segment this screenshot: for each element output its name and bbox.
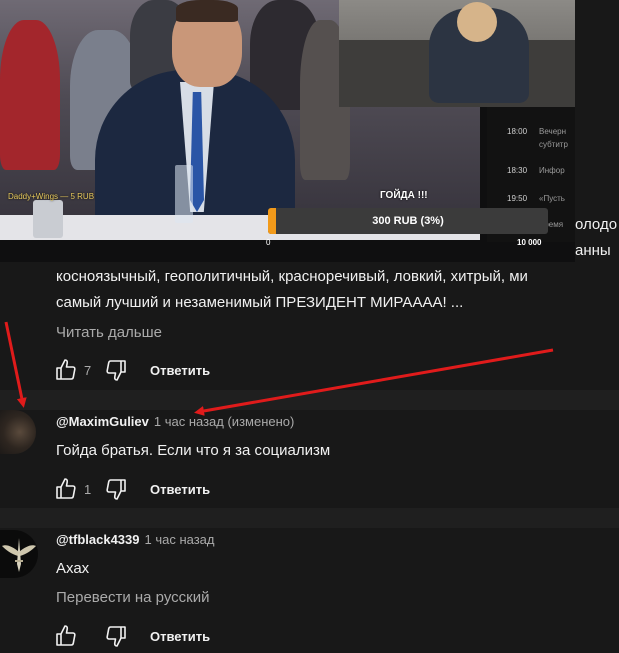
comment-header: @tfblack4339 1 час назад	[56, 531, 215, 549]
donation-goal-text: 300 RUB (3%)	[372, 215, 444, 227]
schedule-title: субтитр	[539, 140, 568, 149]
schedule-row: 19:50 «Пусть	[507, 194, 565, 203]
like-count: 1	[84, 481, 92, 497]
donation-goal-title: ГОЙДА !!!	[380, 190, 428, 201]
schedule-time: 19:50	[507, 194, 528, 203]
comment-actions: 7 Ответить	[54, 358, 210, 382]
like-icon[interactable]	[54, 477, 78, 501]
dislike-icon[interactable]	[104, 624, 128, 648]
comment-separator	[0, 390, 619, 410]
avatar[interactable]	[0, 530, 38, 578]
comment-actions: 1 Ответить	[54, 477, 210, 501]
reply-button[interactable]: Ответить	[150, 363, 210, 378]
comment-text: Ахах	[56, 560, 90, 577]
video-player[interactable]: Daddy+Wings — 5 RUB 18:00 Вечерн субтитр…	[0, 0, 575, 262]
translate-link[interactable]: Перевести на русский	[56, 589, 210, 606]
schedule-title: «Пусть	[539, 194, 565, 203]
read-more-link[interactable]: Читать дальше	[56, 324, 162, 341]
dislike-icon[interactable]	[104, 477, 128, 501]
dislike-icon[interactable]	[104, 358, 128, 382]
comment-separator	[0, 508, 619, 528]
schedule-title: Инфор	[539, 166, 565, 175]
schedule-row: 18:00 Вечерн	[507, 127, 566, 136]
like-count: 7	[84, 362, 92, 378]
schedule-time: 18:30	[507, 166, 528, 175]
comment-text-fragment: олодо	[575, 216, 618, 233]
comment-author[interactable]: @MaximGuliev	[56, 414, 149, 429]
schedule-row: субтитр	[507, 140, 568, 149]
reply-button[interactable]: Ответить	[150, 482, 210, 497]
comment-text-fragment: анны	[575, 242, 611, 259]
comment-text-line: косноязычный, геополитичный, красноречив…	[56, 268, 528, 285]
donation-goal-max: 10 000	[517, 238, 542, 247]
mug	[33, 200, 63, 238]
audience-figure	[0, 20, 60, 170]
streamer-webcam	[339, 0, 575, 107]
comment-text-line: самый лучший и незаменимый ПРЕЗИДЕНТ МИР…	[56, 294, 464, 311]
comment-author[interactable]: @tfblack4339	[56, 532, 140, 547]
schedule-time	[507, 140, 527, 149]
comment-header: @MaximGuliev 1 час назад (изменено)	[56, 413, 294, 431]
comment-timestamp[interactable]: 1 час назад	[145, 532, 215, 547]
comment-actions: Ответить	[54, 624, 210, 648]
like-icon[interactable]	[54, 358, 78, 382]
schedule-time: 18:00	[507, 127, 528, 136]
donation-goal-bar: 300 RUB (3%)	[268, 208, 548, 234]
speaker-hair	[176, 0, 238, 22]
comment-text: Гойда братья. Если что я за социализм	[56, 442, 331, 459]
schedule-row: 18:30 Инфор	[507, 166, 565, 175]
winged-dagger-icon	[2, 538, 36, 572]
reply-button[interactable]: Ответить	[150, 629, 210, 644]
schedule-title: Вечерн	[539, 127, 567, 136]
avatar[interactable]	[0, 410, 36, 454]
donor-label: Daddy+Wings — 5 RUB	[8, 192, 95, 201]
streamer-head	[457, 2, 497, 42]
water-glass	[175, 165, 193, 223]
like-icon[interactable]	[54, 624, 78, 648]
donation-goal-min: 0	[266, 238, 271, 247]
comment-timestamp[interactable]: 1 час назад (изменено)	[154, 414, 294, 429]
